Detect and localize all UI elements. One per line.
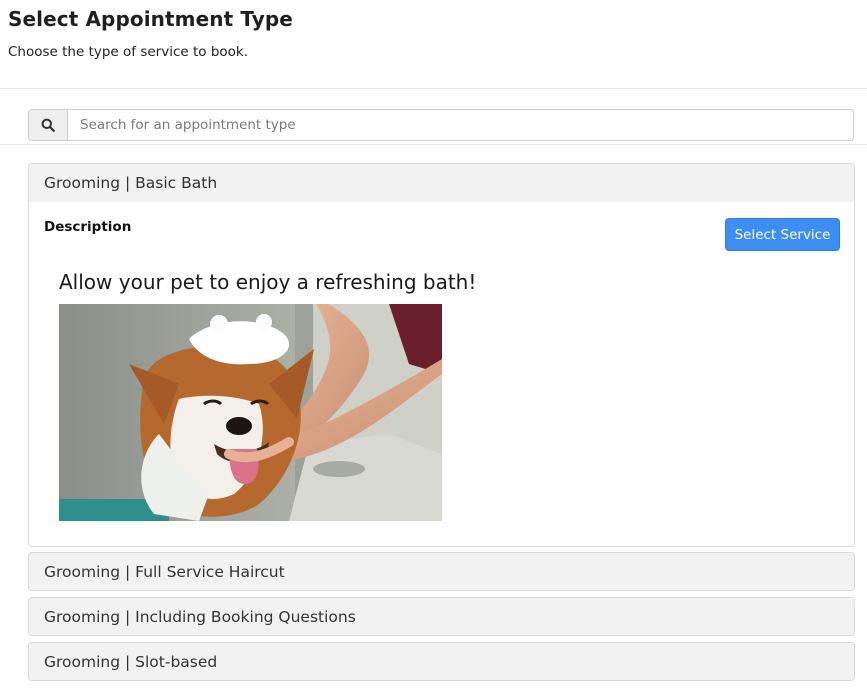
service-body: Description Select Service Allow your pe… [29,202,854,546]
service-header-full-service-haircut[interactable]: Grooming | Full Service Haircut [29,553,854,590]
service-header-basic-bath[interactable]: Grooming | Basic Bath [29,164,854,202]
page-subtitle: Choose the type of service to book. [8,44,249,60]
search-bar [28,109,854,141]
description-heading: Allow your pet to enjoy a refreshing bat… [59,270,477,294]
description-label: Description [44,219,132,235]
search-icon[interactable] [29,110,68,140]
service-panel-full-service-haircut: Grooming | Full Service Haircut [28,552,855,591]
service-title: Grooming | Including Booking Questions [44,607,356,626]
service-panel-slot-based: Grooming | Slot-based [28,642,855,681]
page-header: Select Appointment Type Choose the type … [0,0,867,89]
page-title: Select Appointment Type [8,7,293,31]
service-title: Grooming | Full Service Haircut [44,562,285,581]
search-input[interactable] [68,110,853,140]
service-panel-booking-questions: Grooming | Including Booking Questions [28,597,855,636]
select-service-button[interactable]: Select Service [725,218,840,251]
service-title: Grooming | Slot-based [44,652,218,671]
service-title: Grooming | Basic Bath [44,174,218,192]
dog-bath-photo [59,304,442,521]
appointment-type-page: Select Appointment Type Choose the type … [0,0,867,694]
service-header-booking-questions[interactable]: Grooming | Including Booking Questions [29,598,854,635]
service-panel-basic-bath: Grooming | Basic Bath Description Select… [28,163,855,547]
service-header-slot-based[interactable]: Grooming | Slot-based [29,643,854,680]
